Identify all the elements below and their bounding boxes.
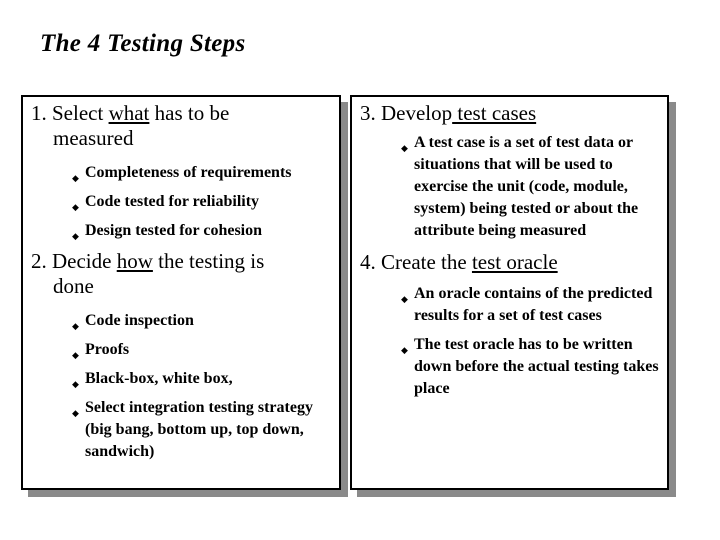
step-3-prefix: Develop (381, 101, 453, 125)
diamond-bullet-icon: ◆ (401, 143, 408, 153)
step-3-heading: 3. Develop test cases (352, 101, 667, 126)
list-item: ◆ Proofs (23, 339, 339, 361)
step-1-number: 1. (31, 101, 47, 125)
diamond-bullet-icon: ◆ (72, 408, 79, 418)
slide-title: The 4 Testing Steps (40, 30, 246, 57)
step-2-heading: 2. Decide how the testing is done (23, 249, 339, 299)
diamond-bullet-icon: ◆ (72, 321, 79, 331)
list-item: ◆ Code inspection (23, 310, 339, 332)
diamond-bullet-icon: ◆ (401, 294, 408, 304)
step-1-underlined: what (108, 101, 150, 125)
list-item: ◆ Design tested for cohesion (23, 220, 339, 242)
diamond-bullet-icon: ◆ (72, 350, 79, 360)
list-item: ◆ The test oracle has to be written down … (352, 334, 667, 400)
list-item: ◆ A test case is a set of test data or si… (352, 132, 667, 242)
step-4-prefix: Create the (381, 250, 472, 274)
step-1-section: 1. Select what has to be measured ◆ Compl… (23, 97, 339, 242)
bullet-text: Design tested for cohesion (85, 222, 263, 239)
list-item: ◆ Code tested for reliability (23, 191, 339, 213)
diamond-bullet-icon: ◆ (401, 345, 408, 355)
step-2-bullets: ◆ Code inspection ◆ Proofs ◆ Black-box, whi… (23, 310, 339, 463)
right-content-box: 3. Develop test cases ◆ A test case is a … (350, 95, 669, 490)
bullet-text: An oracle contains of the predicted resu… (414, 285, 653, 324)
step-1-suffix: has to be (149, 101, 230, 125)
step-4-number: 4. (360, 250, 376, 274)
bullet-text: Black-box, white box, (85, 370, 233, 387)
diamond-bullet-icon: ◆ (72, 379, 79, 389)
diamond-bullet-icon: ◆ (72, 173, 79, 183)
left-content-box: 1. Select what has to be measured ◆ Compl… (21, 95, 341, 490)
bullet-text: A test case is a set of test data or sit… (414, 134, 639, 239)
step-3-section: 3. Develop test cases ◆ A test case is a … (352, 97, 667, 242)
bullet-text: Select integration testing strategy (big… (85, 399, 313, 460)
step-1-heading: 1. Select what has to be measured (23, 101, 339, 151)
step-4-underlined: test oracle (471, 250, 558, 274)
bullet-text: Completeness of requirements (85, 164, 292, 181)
step-1-bullets: ◆ Completeness of requirements ◆ Code test… (23, 162, 339, 242)
step-4-heading: 4. Create the test oracle (352, 250, 667, 275)
bullet-text: Code tested for reliability (85, 193, 260, 210)
step-4-section: 4. Create the test oracle ◆ An oracle con… (352, 250, 667, 400)
bullet-text: The test oracle has to be written down b… (414, 336, 659, 397)
step-2-underlined: how (116, 249, 153, 273)
list-item: ◆ An oracle contains of the predicted res… (352, 283, 667, 327)
diamond-bullet-icon: ◆ (72, 202, 79, 212)
step-4-bullets: ◆ An oracle contains of the predicted res… (352, 283, 667, 400)
step-2-suffix: the testing is (152, 249, 265, 273)
step-3-bullets: ◆ A test case is a set of test data or si… (352, 132, 667, 242)
bullet-text: Code inspection (85, 312, 194, 329)
list-item: ◆ Select integration testing strategy (bi… (23, 397, 339, 463)
step-3-underlined: test cases (452, 101, 537, 125)
step-1-continuation: measured (53, 126, 134, 150)
list-item: ◆ Black-box, white box, (23, 368, 339, 390)
bullet-text: Proofs (85, 341, 130, 358)
step-2-number: 2. (31, 249, 47, 273)
diamond-bullet-icon: ◆ (72, 231, 79, 241)
step-2-section: 2. Decide how the testing is done ◆ Code … (23, 249, 339, 463)
step-1-prefix: Select (52, 101, 109, 125)
list-item: ◆ Completeness of requirements (23, 162, 339, 184)
step-3-number: 3. (360, 101, 376, 125)
step-2-prefix: Decide (52, 249, 117, 273)
step-2-continuation: done (53, 274, 94, 298)
